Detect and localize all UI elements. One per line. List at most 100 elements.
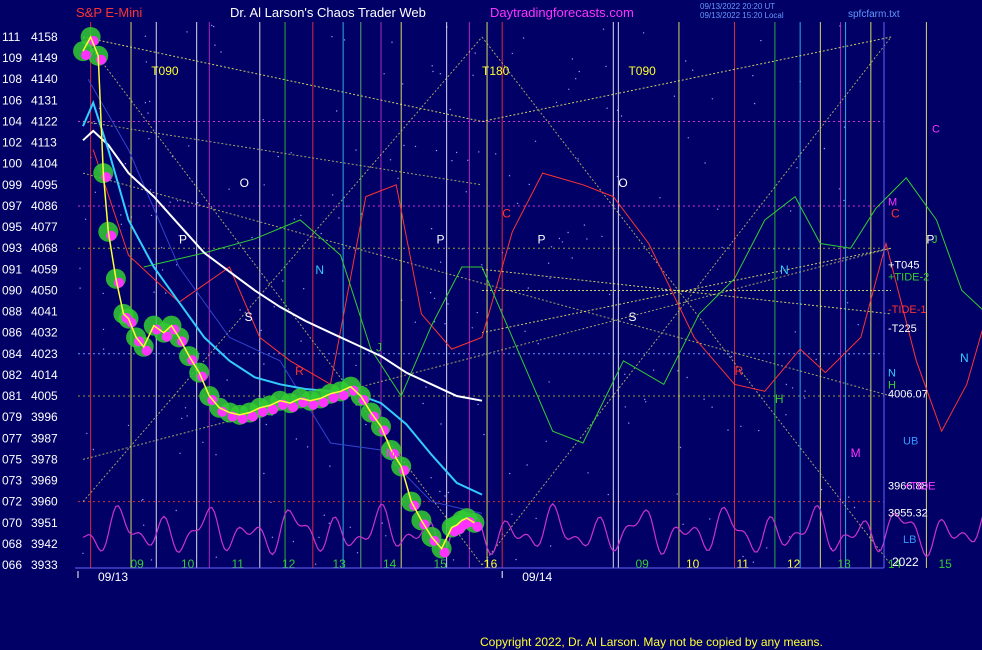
- star-dot: [472, 74, 474, 77]
- star-dot: [791, 387, 794, 389]
- star-dot: [727, 429, 729, 431]
- star-dot: [752, 561, 754, 563]
- star-dot: [381, 522, 383, 524]
- star-dot: [788, 536, 791, 538]
- star-dot: [141, 500, 143, 502]
- y-tick-code: 109: [2, 51, 22, 65]
- star-dot: [149, 189, 152, 191]
- star-dot: [84, 218, 87, 220]
- right-level-label: -TIDE-1: [888, 304, 927, 316]
- star-dot: [716, 208, 719, 210]
- y-tick-code: 075: [2, 452, 22, 466]
- star-dot: [676, 493, 678, 495]
- star-dot: [843, 199, 845, 202]
- star-dot: [215, 454, 217, 456]
- star-dot: [535, 517, 537, 520]
- star-dot: [545, 440, 547, 442]
- y-tick-price: 4014: [31, 368, 58, 382]
- star-dot: [838, 188, 841, 190]
- star-dot: [149, 100, 151, 103]
- y-tick-price: 3960: [31, 495, 58, 509]
- y-tick-code: 072: [2, 495, 22, 509]
- star-dot: [385, 535, 387, 537]
- star-dot: [346, 205, 348, 207]
- star-dot: [82, 552, 84, 555]
- star-dot: [555, 101, 558, 104]
- planet-label: O: [618, 176, 627, 190]
- star-dot: [338, 217, 340, 219]
- y-tick-price: 4041: [31, 305, 58, 319]
- star-dot: [474, 52, 476, 54]
- y-tick-code: 091: [2, 262, 22, 276]
- star-dot: [587, 472, 589, 474]
- star-dot: [465, 191, 467, 193]
- year-label: 2022: [892, 555, 919, 569]
- star-dot: [548, 381, 550, 383]
- star-dot: [142, 498, 144, 501]
- star-dot: [766, 547, 768, 549]
- planet-label: H: [775, 392, 784, 406]
- star-dot: [449, 108, 451, 111]
- star-dot: [323, 514, 325, 516]
- star-dot: [343, 39, 346, 41]
- star-dot: [444, 323, 446, 325]
- planet-label: C: [502, 207, 511, 221]
- y-tick-price: 4104: [31, 157, 58, 171]
- star-dot: [144, 102, 147, 104]
- star-dot: [679, 446, 682, 449]
- star-dot: [403, 144, 405, 147]
- file-name: spfcfarm.txt: [848, 9, 900, 20]
- star-dot: [226, 379, 228, 381]
- star-dot: [271, 536, 274, 538]
- star-dot: [102, 348, 105, 350]
- y-tick-code: 066: [2, 558, 22, 572]
- y-tick-code: 086: [2, 326, 22, 340]
- t-label: T180: [482, 64, 510, 78]
- star-dot: [300, 214, 302, 217]
- star-dot: [292, 540, 295, 543]
- price-point: [81, 50, 92, 61]
- star-dot: [422, 402, 424, 405]
- star-dot: [102, 328, 105, 331]
- planet-label: J: [376, 340, 382, 354]
- star-dot: [527, 287, 529, 289]
- right-level-label: +T045: [888, 260, 920, 272]
- star-dot: [215, 556, 217, 558]
- y-tick-code: 108: [2, 72, 22, 86]
- star-dot: [383, 73, 385, 75]
- star-dot: [605, 65, 607, 68]
- star-dot: [282, 280, 284, 282]
- y-tick-code: 093: [2, 241, 22, 255]
- y-tick-price: 3996: [31, 410, 58, 424]
- y-tick-code: 079: [2, 410, 22, 424]
- y-tick-code: 097: [2, 199, 22, 213]
- right-edge-label: N: [960, 351, 969, 365]
- planet-label: S: [628, 310, 636, 324]
- star-dot: [440, 423, 442, 425]
- star-dot: [270, 501, 272, 504]
- planet-label: P: [437, 233, 445, 247]
- star-dot: [721, 246, 723, 249]
- star-dot: [175, 509, 177, 512]
- y-tick-price: 4005: [31, 389, 58, 403]
- star-dot: [495, 153, 497, 155]
- planet-label: N: [315, 263, 324, 277]
- star-dot: [550, 246, 553, 248]
- star-dot: [577, 158, 579, 160]
- right-level-label: UB: [903, 436, 918, 448]
- star-dot: [483, 433, 485, 436]
- star-dot: [365, 423, 367, 426]
- star-dot: [692, 69, 694, 71]
- y-tick-code: 099: [2, 178, 22, 192]
- star-dot: [659, 197, 661, 199]
- star-dot: [823, 147, 826, 150]
- planet-label: P: [538, 233, 546, 247]
- planet-label: S: [245, 310, 253, 324]
- star-dot: [447, 303, 449, 305]
- planet-label: R: [295, 364, 304, 378]
- star-dot: [686, 376, 688, 379]
- star-dot: [300, 340, 302, 342]
- y-tick-code: 102: [2, 136, 22, 150]
- x-tick-label: 10: [686, 557, 700, 571]
- site-link[interactable]: Daytradingforecasts.com: [490, 5, 634, 20]
